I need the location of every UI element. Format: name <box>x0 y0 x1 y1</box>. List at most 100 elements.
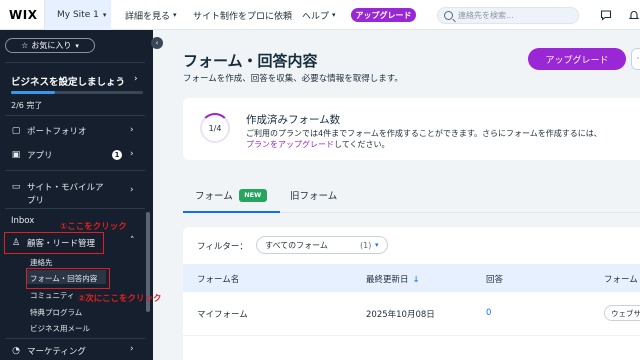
column-header-updated[interactable]: 最終更新日 ↓ <box>366 273 420 285</box>
site-selector[interactable]: My Site 1 ▾ <box>45 0 111 30</box>
chevron-right-icon: › <box>130 185 134 195</box>
marketing-icon: ◔ <box>12 346 20 356</box>
site-pill: ウェブサ <box>604 305 640 321</box>
site-name: My Site 1 <box>57 10 99 20</box>
chevron-right-icon: › <box>130 149 134 159</box>
search-icon <box>444 11 453 20</box>
search-placeholder: 連絡先を検索... <box>458 11 514 20</box>
quota-ring-label: 1/4 <box>208 123 222 133</box>
new-badge: NEW <box>238 188 267 202</box>
upgrade-pill-button[interactable]: アップグレード <box>351 8 416 22</box>
quota-text-end: してください。 <box>334 140 390 149</box>
filter-dropdown[interactable]: すべてのフォーム (1) ▾ <box>256 236 388 254</box>
table-header: フォーム名 最終更新日 ↓ 回答 フォーム <box>183 264 640 292</box>
favorites-label: お気に入り <box>31 41 72 50</box>
quota-progress-ring: 1/4 <box>200 113 230 143</box>
sidebar-item-apps[interactable]: ▣ アプリ <box>11 148 53 162</box>
tab-forms-label: フォーム <box>195 191 233 202</box>
table-row[interactable]: マイフォーム 2025年10月08日 0 ウェブサ <box>183 292 640 336</box>
more-icon: ⋯ <box>637 54 640 64</box>
star-icon: ☆ <box>21 41 29 50</box>
nav-hire-pro-label: サイト制作をプロに依頼 <box>193 11 293 22</box>
quota-text: ご利用のプランでは4件までフォームを作成することができます。さらにフォームを作成… <box>246 129 602 138</box>
sidebar: ☆ お気に入り ▾ ビジネスを設定しましょう › 2/6 完了 ▢ ポートフォリ… <box>0 30 153 360</box>
setup-title[interactable]: ビジネスを設定しましょう <box>11 74 125 88</box>
setup-progress-bar <box>11 91 143 94</box>
annotation-box-crm <box>4 232 104 254</box>
sidebar-subitem-business-email[interactable]: ビジネス用メール <box>30 323 90 334</box>
top-bar: WIX My Site 1 ▾ 詳細を見る ▾ サイト制作をプロに依頼 ヘルプ ▾ … <box>0 0 640 30</box>
nav-help[interactable]: ヘルプ ▾ <box>302 0 336 30</box>
column-header-responses[interactable]: 回答 <box>486 273 503 285</box>
upgrade-plan-link[interactable]: プランをアップグレード <box>246 140 334 149</box>
responses-count-link[interactable]: 0 <box>486 308 491 318</box>
nav-hire-pro[interactable]: サイト制作をプロに依頼 <box>193 0 292 30</box>
column-header-form-site[interactable]: フォーム <box>604 273 638 285</box>
tab-old-forms-label: 旧フォーム <box>290 191 338 202</box>
chevron-up-icon: ˄ <box>130 236 135 246</box>
forms-quota-card: 1/4 作成済みフォーム数 ご利用のプランでは4件までフォームを作成することがで… <box>183 98 640 160</box>
divider <box>5 62 145 63</box>
sidebar-item-inbox[interactable]: Inbox <box>11 214 34 228</box>
nav-explore-label: 詳細を見る <box>125 11 171 22</box>
tab-old-forms[interactable]: 旧フォーム <box>290 188 337 202</box>
sidebar-item-site-mobile-app[interactable]: ▭ サイト・モバイルア <box>11 180 104 194</box>
chevron-down-icon: ▾ <box>75 41 79 50</box>
form-name-cell[interactable]: マイフォーム <box>197 308 248 320</box>
column-header-updated-label: 最終更新日 <box>366 275 409 285</box>
sidebar-item-marketing[interactable]: ◔ マーケティング <box>11 344 86 358</box>
favorites-button[interactable]: ☆ お気に入り ▾ <box>5 38 95 53</box>
sidebar-subitem-contacts[interactable]: 連絡先 <box>30 257 53 268</box>
chevron-down-icon: ▾ <box>332 11 336 19</box>
filter-value: すべてのフォーム <box>265 240 328 250</box>
sidebar-item-label: Inbox <box>11 216 35 226</box>
forms-table: フィルター： すべてのフォーム (1) ▾ フォーム名 最終更新日 ↓ 回答 フォ… <box>183 227 640 360</box>
updated-date-cell: 2025年10月08日 <box>366 310 435 320</box>
active-tab-indicator <box>183 211 280 213</box>
chevron-right-icon: › <box>130 344 134 354</box>
bell-icon[interactable] <box>628 9 640 21</box>
sidebar-item-label: プリ <box>27 196 45 206</box>
wix-logo[interactable]: WIX <box>9 8 37 22</box>
collapse-sidebar-button[interactable]: ‹ <box>151 37 163 49</box>
tab-forms[interactable]: フォーム NEW <box>195 188 267 202</box>
chevron-down-icon: ▾ <box>375 241 379 249</box>
annotation-note-2: ②次にここをクリック <box>78 294 162 304</box>
apps-count-badge: 1 <box>112 150 122 160</box>
page-subtitle: フォームを作成、回答を収集、必要な情報を取得します。 <box>183 74 403 84</box>
search-input[interactable]: 連絡先を検索... <box>437 7 579 24</box>
sidebar-item-label: サイト・モバイルア <box>27 183 104 193</box>
chevron-down-icon: ▾ <box>173 11 177 19</box>
sidebar-item-label-cont: プリ <box>27 193 44 207</box>
nav-help-label: ヘルプ <box>302 11 330 22</box>
page-title: フォーム・回答内容 <box>183 52 318 70</box>
setup-progress-text: 2/6 完了 <box>11 101 43 110</box>
filter-count: (1) <box>360 240 372 250</box>
chevron-right-icon[interactable]: › <box>134 74 138 84</box>
setup-progress-fill <box>11 91 55 94</box>
sidebar-subitem-community[interactable]: コミュニティ <box>30 290 75 301</box>
more-actions-button[interactable]: ⋯ <box>631 48 640 70</box>
nav-explore[interactable]: 詳細を見る ▾ <box>125 0 177 30</box>
sidebar-subitem-benefits[interactable]: 特典プログラム <box>30 307 82 318</box>
annotation-box-forms <box>26 268 110 289</box>
sidebar-item-label: マーケティング <box>27 347 86 357</box>
tab-bar: フォーム NEW 旧フォーム <box>183 180 640 213</box>
chevron-down-icon: ▾ <box>102 11 107 19</box>
sidebar-item-label: ポートフォリオ <box>27 127 87 137</box>
annotation-note-1: ①ここをクリック <box>60 222 127 232</box>
upgrade-button[interactable]: アップグレード <box>528 48 626 70</box>
portfolio-icon: ▢ <box>11 126 21 136</box>
chevron-right-icon: › <box>130 125 134 135</box>
sort-down-icon: ↓ <box>412 275 420 285</box>
divider <box>5 208 145 209</box>
divider <box>5 115 145 116</box>
site-icon: ▭ <box>11 182 21 192</box>
divider <box>5 170 145 171</box>
sidebar-item-portfolio[interactable]: ▢ ポートフォリオ <box>11 124 87 138</box>
sidebar-item-label: アプリ <box>27 151 53 161</box>
apps-icon: ▣ <box>11 150 21 160</box>
chat-icon[interactable] <box>600 9 612 21</box>
divider <box>5 338 145 339</box>
column-header-name[interactable]: フォーム名 <box>197 273 239 285</box>
